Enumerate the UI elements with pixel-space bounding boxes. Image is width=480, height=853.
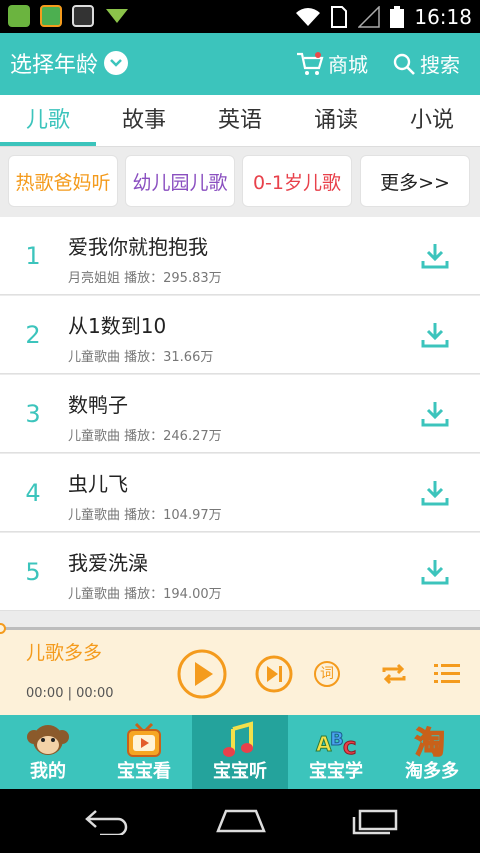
song-title: 爱我你就抱抱我	[68, 235, 208, 259]
cart-icon	[297, 51, 324, 75]
next-track-icon[interactable]	[254, 654, 294, 694]
playlist-icon[interactable]	[434, 663, 460, 685]
nav-tao-label: 淘多多	[405, 761, 459, 782]
playback-time: 00:00 | 00:00	[26, 686, 114, 701]
tao-icon: 淘	[414, 725, 446, 759]
music-note-icon	[223, 721, 253, 757]
lyrics-icon[interactable]: 词	[314, 661, 340, 687]
chevron-down-icon	[104, 51, 129, 75]
progress-handle[interactable]	[0, 623, 6, 634]
tab-erge[interactable]: 儿歌	[0, 95, 96, 146]
nav-watch[interactable]: 宝宝看	[96, 715, 192, 789]
app-header: 选择年龄 商城 搜索	[0, 33, 480, 95]
terminal-notification-icon	[72, 5, 94, 27]
play-icon[interactable]	[176, 648, 228, 700]
list-item[interactable]: 5 我爱洗澡 儿童歌曲 播放：194.00万	[0, 533, 480, 611]
download-icon[interactable]	[420, 399, 450, 429]
chip-more[interactable]: 更多>>	[360, 155, 470, 207]
notification-icons	[8, 5, 130, 27]
song-meta: 儿童歌曲 播放：104.97万	[68, 508, 222, 523]
status-bar: 16:18	[0, 0, 480, 33]
battery-icon	[390, 6, 405, 28]
nav-listen[interactable]: 宝宝听	[192, 715, 288, 789]
download-notification-icon	[106, 9, 128, 23]
song-meta: 儿童歌曲 播放：31.66万	[68, 350, 214, 365]
bottom-nav: 我的 宝宝看 宝宝听 A B C 宝宝学 淘 淘多多	[0, 715, 480, 789]
nav-learn[interactable]: A B C 宝宝学	[288, 715, 384, 789]
nav-tao[interactable]: 淘 淘多多	[384, 715, 480, 789]
recents-icon[interactable]	[352, 809, 398, 835]
nav-watch-label: 宝宝看	[117, 761, 171, 782]
abc-icon: A B C	[316, 729, 357, 760]
tv-icon	[127, 722, 161, 757]
playlist-chips: 热歌爸妈听 幼儿园儿歌 0-1岁儿歌 更多>>	[0, 148, 480, 214]
song-number: 1	[25, 242, 41, 270]
clock: 16:18	[414, 5, 472, 29]
wifi-icon	[296, 8, 321, 26]
mini-player: 儿歌多多 00:00 | 00:00 词	[0, 623, 480, 715]
list-item[interactable]: 3 数鸭子 儿童歌曲 播放：246.27万	[0, 375, 480, 453]
signal-icon	[358, 6, 381, 28]
svg-text:C: C	[343, 738, 356, 759]
song-number: 4	[25, 479, 41, 507]
age-selector[interactable]: 选择年龄	[10, 47, 129, 79]
tab-novels[interactable]: 小说	[384, 95, 480, 146]
now-playing-title: 儿歌多多	[26, 642, 103, 664]
song-number: 2	[25, 321, 41, 349]
search-label: 搜索	[420, 53, 460, 77]
erge-app-notification-icon	[40, 5, 62, 27]
age-selector-label: 选择年龄	[10, 53, 99, 78]
song-title: 数鸭子	[68, 393, 128, 417]
search-icon	[393, 53, 415, 75]
song-number: 5	[25, 558, 41, 586]
song-meta: 儿童歌曲 播放：246.27万	[68, 429, 222, 444]
repeat-icon[interactable]	[380, 663, 408, 685]
song-meta: 月亮姐姐 播放：295.83万	[68, 271, 222, 286]
system-nav-bar	[0, 789, 480, 853]
tab-english[interactable]: 英语	[192, 95, 288, 146]
song-meta: 儿童歌曲 播放：194.00万	[68, 587, 222, 602]
tab-stories[interactable]: 故事	[96, 95, 192, 146]
back-icon[interactable]	[84, 809, 130, 835]
svg-text:淘: 淘	[415, 726, 445, 759]
category-tabs: 儿歌 故事 英语 诵读 小说	[0, 95, 480, 147]
app-notification-icon	[8, 5, 30, 27]
shop-button[interactable]: 商城	[296, 49, 368, 78]
download-icon[interactable]	[420, 241, 450, 271]
sim-icon	[331, 6, 348, 28]
list-item[interactable]: 4 虫儿飞 儿童歌曲 播放：104.97万	[0, 454, 480, 532]
song-title: 我爱洗澡	[68, 551, 148, 575]
chip-baby-songs[interactable]: 0-1岁儿歌	[242, 155, 352, 207]
nav-learn-label: 宝宝学	[309, 761, 363, 782]
nav-listen-label: 宝宝听	[213, 761, 267, 782]
download-icon[interactable]	[420, 478, 450, 508]
nav-mine-label: 我的	[30, 761, 66, 782]
list-item[interactable]: 2 从1数到10 儿童歌曲 播放：31.66万	[0, 296, 480, 374]
chip-kindergarten[interactable]: 幼儿园儿歌	[125, 155, 235, 207]
search-button[interactable]: 搜索	[392, 49, 460, 78]
song-number: 3	[25, 400, 41, 428]
shop-label: 商城	[328, 53, 368, 77]
download-icon[interactable]	[420, 557, 450, 587]
list-item[interactable]: 1 爱我你就抱抱我 月亮姐姐 播放：295.83万	[0, 217, 480, 295]
song-title: 虫儿飞	[68, 472, 128, 496]
chip-hot-songs[interactable]: 热歌爸妈听	[8, 155, 118, 207]
nav-mine[interactable]: 我的	[0, 715, 96, 789]
download-icon[interactable]	[420, 320, 450, 350]
tab-recitation[interactable]: 诵读	[288, 95, 384, 146]
home-icon[interactable]	[216, 809, 266, 835]
svg-text:B: B	[330, 729, 344, 750]
song-list: 1 爱我你就抱抱我 月亮姐姐 播放：295.83万 2 从1数到10 儿童歌曲 …	[0, 217, 480, 612]
song-title: 从1数到10	[68, 314, 167, 338]
monkey-icon	[27, 725, 69, 755]
